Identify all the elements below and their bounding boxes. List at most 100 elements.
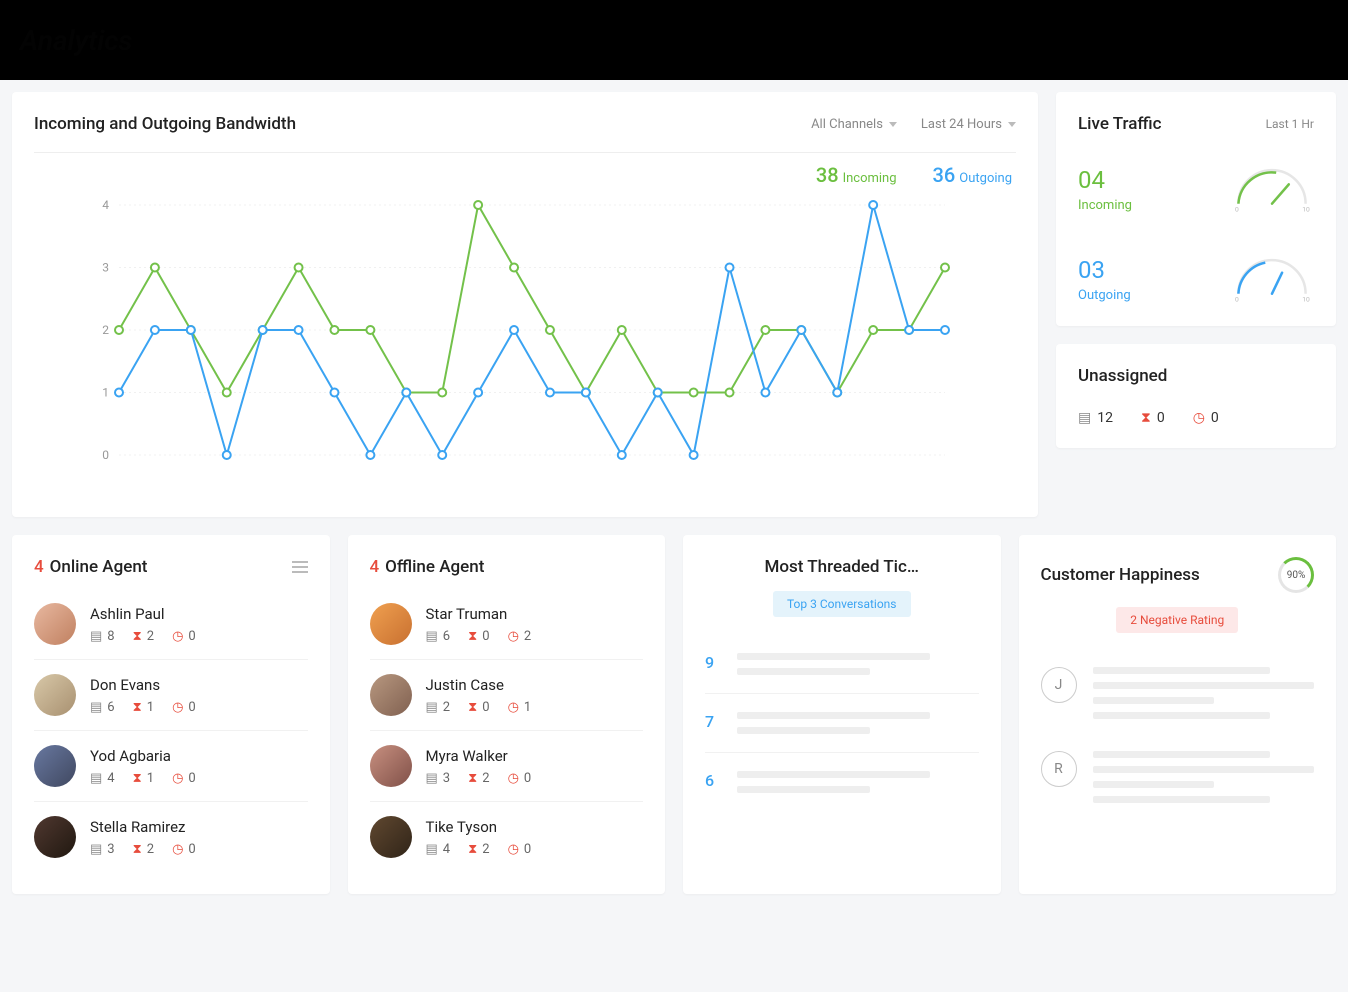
incoming-label: Incoming — [1078, 198, 1132, 213]
gauge-icon: 0 10 — [1230, 164, 1314, 214]
unassigned-title: Unassigned — [1078, 366, 1314, 386]
document-icon: ▤ — [426, 771, 438, 786]
ticket-preview — [737, 771, 979, 793]
avatar — [370, 674, 412, 716]
agent-row[interactable]: Stella Ramirez ▤3 ⧗2 ◷0 — [34, 802, 308, 872]
ticket-row[interactable]: 7 — [705, 694, 979, 753]
agent-name: Justin Case — [426, 676, 532, 694]
menu-icon[interactable] — [292, 561, 308, 573]
agent-name: Star Truman — [426, 605, 532, 623]
clock-icon: ◷ — [1193, 410, 1205, 426]
hourglass-icon: ⧗ — [133, 629, 142, 644]
svg-text:3: 3 — [102, 261, 109, 275]
chart-legend: 38Incoming 36Outgoing — [34, 163, 1012, 187]
top-conversations-pill: Top 3 Conversations — [773, 591, 911, 617]
happiness-ring: 90% — [1278, 557, 1314, 593]
clock-icon: ◷ — [508, 629, 519, 644]
hourglass-icon: ⧗ — [133, 771, 142, 786]
online-agents-title: 4Online Agent — [34, 557, 147, 577]
hourglass-icon: ⧗ — [468, 842, 477, 857]
ticket-row[interactable]: 9 — [705, 635, 979, 694]
agent-name: Ashlin Paul — [90, 605, 196, 623]
agent-stats: ▤8 ⧗2 ◷0 — [90, 629, 196, 644]
svg-text:4: 4 — [102, 198, 109, 212]
document-icon: ▤ — [90, 700, 102, 715]
incoming-count: 04 — [1078, 166, 1132, 194]
hourglass-icon: ⧗ — [133, 700, 142, 715]
avatar — [370, 603, 412, 645]
agent-stats: ▤3 ⧗2 ◷0 — [90, 842, 196, 857]
unassigned-doc: ▤12 — [1078, 410, 1113, 426]
svg-text:0: 0 — [102, 448, 109, 462]
hourglass-icon: ⧗ — [468, 771, 477, 786]
hourglass-icon: ⧗ — [1141, 410, 1151, 426]
svg-text:10: 10 — [1302, 295, 1310, 303]
document-icon: ▤ — [426, 842, 438, 857]
clock-icon: ◷ — [172, 842, 183, 857]
avatar — [370, 745, 412, 787]
svg-text:1: 1 — [102, 386, 109, 400]
clock-icon: ◷ — [172, 629, 183, 644]
clock-icon: ◷ — [172, 700, 183, 715]
agent-name: Tike Tyson — [426, 818, 532, 836]
outgoing-label: Outgoing — [1078, 288, 1131, 303]
document-icon: ▤ — [426, 700, 438, 715]
ticket-row[interactable]: 6 — [705, 753, 979, 811]
avatar — [34, 674, 76, 716]
rating-row[interactable]: R — [1041, 735, 1315, 819]
filter-channels[interactable]: All Channels — [811, 117, 897, 132]
document-icon: ▤ — [90, 842, 102, 857]
filter-channels-label: All Channels — [811, 117, 883, 132]
offline-agents-title: 4Offline Agent — [370, 557, 485, 577]
clock-icon: ◷ — [508, 771, 519, 786]
online-agents-card: 4Online Agent Ashlin Paul ▤8 ⧗2 ◷0 Don E… — [12, 535, 330, 894]
agent-name: Myra Walker — [426, 747, 532, 765]
agent-stats: ▤4 ⧗2 ◷0 — [426, 842, 532, 857]
rating-preview — [1093, 751, 1315, 803]
ticket-count: 7 — [705, 712, 721, 731]
ticket-count: 6 — [705, 771, 721, 790]
agent-name: Don Evans — [90, 676, 196, 694]
clock-icon: ◷ — [508, 700, 519, 715]
live-traffic-card: Live Traffic Last 1 Hr 04 Incoming 0 10 — [1056, 92, 1336, 326]
agent-row[interactable]: Justin Case ▤2 ⧗0 ◷1 — [370, 660, 644, 731]
ticket-count: 9 — [705, 653, 721, 672]
gauge-incoming: 04 Incoming 0 10 — [1078, 164, 1314, 214]
agent-row[interactable]: Ashlin Paul ▤8 ⧗2 ◷0 — [34, 589, 308, 660]
threaded-tickets-card: Most Threaded Tic… Top 3 Conversations 9… — [683, 535, 1001, 894]
agent-row[interactable]: Don Evans ▤6 ⧗1 ◷0 — [34, 660, 308, 731]
avatar — [34, 745, 76, 787]
ticket-preview — [737, 653, 979, 675]
bandwidth-card: Incoming and Outgoing Bandwidth All Chan… — [12, 92, 1038, 517]
rating-row[interactable]: J — [1041, 651, 1315, 735]
gauge-outgoing: 03 Outgoing 0 10 — [1078, 254, 1314, 304]
svg-text:10: 10 — [1302, 205, 1310, 213]
negative-rating-pill: 2 Negative Rating — [1116, 607, 1238, 633]
avatar — [34, 816, 76, 858]
agent-row[interactable]: Tike Tyson ▤4 ⧗2 ◷0 — [370, 802, 644, 872]
threaded-title: Most Threaded Tic… — [705, 557, 979, 577]
avatar — [370, 816, 412, 858]
filter-range[interactable]: Last 24 Hours — [921, 117, 1016, 132]
gauge-icon: 0 10 — [1230, 254, 1314, 304]
document-icon: ▤ — [1078, 410, 1091, 426]
agent-row[interactable]: Star Truman ▤6 ⧗0 ◷2 — [370, 589, 644, 660]
agent-row[interactable]: Yod Agbaria ▤4 ⧗1 ◷0 — [34, 731, 308, 802]
svg-text:2: 2 — [102, 323, 109, 337]
live-traffic-title: Live Traffic — [1078, 114, 1162, 134]
document-icon: ▤ — [426, 629, 438, 644]
agent-stats: ▤6 ⧗0 ◷2 — [426, 629, 532, 644]
avatar — [34, 603, 76, 645]
svg-text:0: 0 — [1235, 295, 1239, 303]
agent-name: Stella Ramirez — [90, 818, 196, 836]
bandwidth-title: Incoming and Outgoing Bandwidth — [34, 114, 296, 134]
logo: Analytics — [20, 24, 132, 57]
agent-stats: ▤6 ⧗1 ◷0 — [90, 700, 196, 715]
clock-icon: ◷ — [508, 842, 519, 857]
hourglass-icon: ⧗ — [468, 700, 477, 715]
unassigned-card: Unassigned ▤12 ⧗0 ◷0 — [1056, 344, 1336, 448]
hourglass-icon: ⧗ — [468, 629, 477, 644]
chevron-down-icon — [1008, 122, 1016, 127]
agent-row[interactable]: Myra Walker ▤3 ⧗2 ◷0 — [370, 731, 644, 802]
hourglass-icon: ⧗ — [133, 842, 142, 857]
